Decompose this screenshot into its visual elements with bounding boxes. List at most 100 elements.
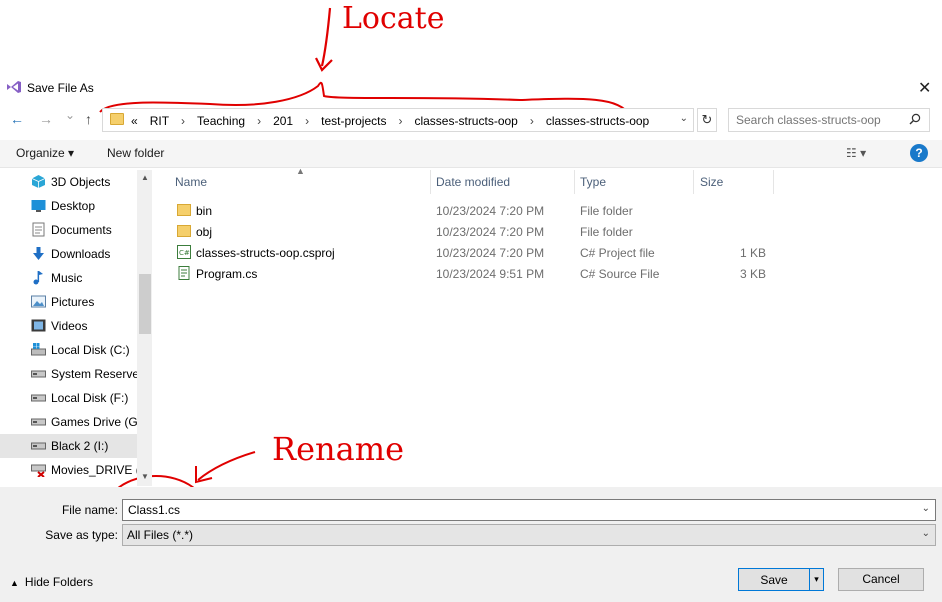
save-button[interactable]: Save ▾ xyxy=(738,568,824,591)
file-row[interactable]: bin 10/23/2024 7:20 PM File folder xyxy=(172,200,782,221)
drive-icon xyxy=(31,418,46,426)
sidebar-item-label: System Reserved xyxy=(51,367,137,381)
forward-arrow-icon[interactable]: → xyxy=(39,111,53,127)
column-header-type[interactable]: Type xyxy=(580,175,606,189)
sidebar-item-desktop[interactable]: Desktop xyxy=(0,194,137,218)
locate-arrow-head xyxy=(315,57,333,72)
search-box[interactable] xyxy=(728,108,930,132)
close-icon[interactable]: ✕ xyxy=(918,78,931,98)
sidebar-item-label: Pictures xyxy=(51,295,95,309)
file-row[interactable]: C# classes-structs-oop.csproj 10/23/2024… xyxy=(172,242,782,263)
organize-button[interactable]: Organize ▾ xyxy=(16,146,74,160)
file-name-combobox[interactable]: ⌄ xyxy=(122,499,936,521)
breadcrumb-separator-icon[interactable]: › xyxy=(530,114,534,128)
drive-icon xyxy=(31,442,46,450)
folder-icon xyxy=(177,225,191,237)
scroll-down-icon[interactable]: ▼ xyxy=(141,472,149,481)
breadcrumb-separator-icon[interactable]: › xyxy=(257,114,261,128)
sidebar-item-label: Local Disk (C:) xyxy=(51,343,130,357)
hide-folders-button[interactable]: ▲ Hide Folders xyxy=(10,575,93,589)
svg-text:C#: C# xyxy=(179,249,190,257)
file-size: 3 KB xyxy=(739,267,766,281)
up-arrow-icon[interactable]: ↑ xyxy=(85,111,92,127)
sidebar-item-local-disk-c[interactable]: Local Disk (C:) xyxy=(0,338,137,362)
file-name-input[interactable] xyxy=(128,501,908,519)
breadcrumb-item[interactable]: classes-structs-oop xyxy=(414,114,517,128)
search-icon[interactable] xyxy=(909,113,921,125)
sidebar-item-label: Movies_DRIVE (\ xyxy=(51,463,137,477)
file-name-label: File name: xyxy=(61,503,118,517)
chevron-down-icon[interactable]: ⌄ xyxy=(680,113,688,124)
breadcrumb-item[interactable]: classes-structs-oop xyxy=(546,114,649,128)
view-options-icon[interactable]: ☷ ▾ xyxy=(846,146,866,160)
save-options-dropdown-icon[interactable]: ▾ xyxy=(809,569,823,590)
chevron-up-icon: ▲ xyxy=(10,578,19,588)
file-type: C# Source File xyxy=(580,267,660,281)
file-name: bin xyxy=(196,204,213,218)
column-header-label[interactable]: Name xyxy=(175,175,207,189)
column-divider[interactable] xyxy=(773,170,774,194)
breadcrumb-item[interactable]: test-projects xyxy=(321,114,386,128)
sidebar-item-games-drive[interactable]: Games Drive (G:) xyxy=(0,410,137,434)
windows-drive-icon xyxy=(31,343,46,356)
help-icon[interactable]: ? xyxy=(910,144,928,162)
column-divider[interactable] xyxy=(430,170,431,194)
sidebar-item-movies-drive[interactable]: Movies_DRIVE (\ xyxy=(0,458,137,482)
breadcrumb-separator-icon[interactable]: › xyxy=(398,114,402,128)
breadcrumb-item[interactable]: 201 xyxy=(273,114,293,128)
sidebar-item-label: Downloads xyxy=(51,247,111,261)
sidebar-item-downloads[interactable]: Downloads xyxy=(0,242,137,266)
breadcrumb-separator-icon[interactable]: › xyxy=(181,114,185,128)
pictures-icon xyxy=(31,295,46,308)
sidebar-item-label: Local Disk (F:) xyxy=(51,391,129,405)
file-row[interactable]: Program.cs 10/23/2024 9:51 PM C# Source … xyxy=(172,263,782,284)
column-header-size[interactable]: Size xyxy=(700,175,723,189)
search-input[interactable] xyxy=(736,110,906,130)
3d-objects-icon xyxy=(31,175,46,188)
refresh-icon[interactable]: ↻ xyxy=(697,108,717,132)
sidebar-item-system-reserved[interactable]: System Reserved xyxy=(0,362,137,386)
chevron-down-icon[interactable]: ⌄ xyxy=(922,528,930,539)
sidebar-item-label: 3D Objects xyxy=(51,175,111,189)
address-bar[interactable]: « RIT › Teaching › 201 › test-projects ›… xyxy=(102,108,694,132)
save-type-select[interactable]: All Files (*.*) ⌄ xyxy=(122,524,936,546)
chevron-down-icon[interactable]: ⌄ xyxy=(922,503,930,514)
breadcrumb-item[interactable]: Teaching xyxy=(197,114,245,128)
file-name: Program.cs xyxy=(196,267,258,281)
breadcrumb-separator-icon[interactable]: › xyxy=(305,114,309,128)
sidebar-item-label: Documents xyxy=(51,223,112,237)
sidebar-item-3d-objects[interactable]: 3D Objects xyxy=(0,170,137,194)
column-header-date[interactable]: Date modified xyxy=(436,175,510,189)
locate-arrow-shaft xyxy=(320,7,332,67)
sidebar-item-music[interactable]: Music xyxy=(0,266,137,290)
command-toolbar: Organize ▾ New folder ☷ ▾ ? xyxy=(0,140,942,168)
file-row[interactable]: obj 10/23/2024 7:20 PM File folder xyxy=(172,221,782,242)
save-type-value: All Files (*.*) xyxy=(127,528,194,542)
sidebar-item-pictures[interactable]: Pictures xyxy=(0,290,137,314)
column-divider[interactable] xyxy=(693,170,694,194)
back-arrow-icon[interactable]: ← xyxy=(10,111,24,127)
scroll-up-icon[interactable]: ▲ xyxy=(141,173,149,182)
new-folder-button[interactable]: New folder xyxy=(107,146,164,160)
sidebar-item-local-disk-f[interactable]: Local Disk (F:) xyxy=(0,386,137,410)
sidebar-item-videos[interactable]: Videos xyxy=(0,314,137,338)
file-date: 10/23/2024 7:20 PM xyxy=(436,225,545,239)
videos-icon xyxy=(31,319,46,332)
folder-icon xyxy=(177,204,191,216)
navigation-bar: ← → ⌄ ↑ « RIT › Teaching › 201 › test-pr… xyxy=(0,106,942,134)
sidebar-item-black-2[interactable]: Black 2 (I:) xyxy=(0,434,137,458)
breadcrumb-item[interactable]: RIT xyxy=(150,114,169,128)
sidebar-item-documents[interactable]: Documents xyxy=(0,218,137,242)
address-overflow-icon[interactable]: « xyxy=(131,114,138,128)
recent-locations-icon[interactable]: ⌄ xyxy=(65,108,75,122)
visual-studio-icon xyxy=(7,81,21,93)
scroll-thumb[interactable] xyxy=(139,274,151,334)
column-divider[interactable] xyxy=(574,170,575,194)
cs-file-icon xyxy=(178,266,190,280)
cancel-button[interactable]: Cancel xyxy=(838,568,924,591)
file-date: 10/23/2024 7:20 PM xyxy=(436,246,545,260)
sidebar-scrollbar[interactable]: ▲ ▼ xyxy=(137,170,152,486)
downloads-icon xyxy=(33,247,44,260)
save-button-label: Save xyxy=(760,573,788,587)
sidebar-item-label: Music xyxy=(51,271,83,285)
